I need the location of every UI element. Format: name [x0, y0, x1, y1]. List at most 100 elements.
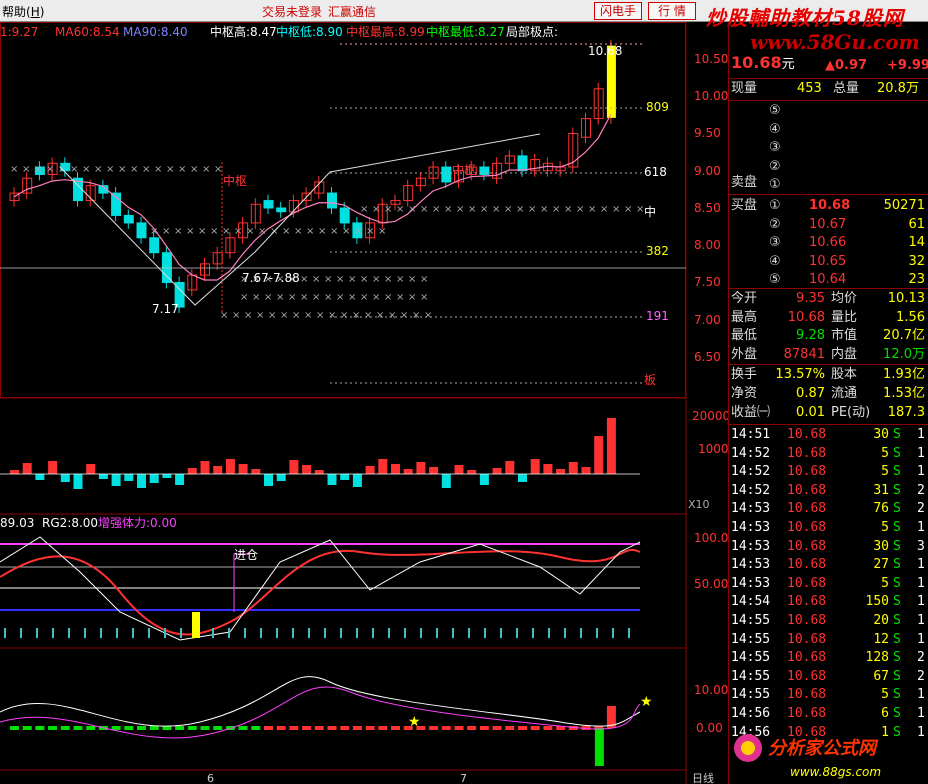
- x-marker: ×: [384, 274, 392, 285]
- volume-bar: [530, 459, 540, 474]
- svg-text:20000: 20000: [692, 409, 728, 423]
- macd-bar: [86, 726, 96, 730]
- x-marker: ×: [70, 164, 78, 175]
- x-marker: ×: [34, 164, 42, 175]
- rg-stick: [308, 628, 310, 638]
- rg-stick: [52, 628, 54, 638]
- volume-bar: [492, 468, 502, 474]
- x-marker: ×: [10, 164, 18, 175]
- macd-bar: [467, 726, 477, 730]
- volume-bar: [594, 436, 604, 474]
- buy-level-num: ①: [769, 198, 781, 213]
- tick-price: 10.68: [787, 501, 827, 517]
- tick-time: 14:53: [731, 557, 771, 573]
- stat-value: 10.68: [787, 309, 825, 325]
- x-marker: ×: [222, 226, 230, 237]
- volume-bar: [238, 464, 248, 474]
- candle-body: [123, 214, 134, 224]
- volume-bar: [187, 468, 197, 474]
- broker-link[interactable]: 汇赢通信: [328, 3, 376, 20]
- kline-chart-area[interactable]: × × × × × × × × × × × × × × × × × × × × × × × × × × × × × × × × × × × × × × × ×…: [0, 22, 728, 784]
- pane-borders: [0, 22, 687, 784]
- rg-stick: [372, 628, 374, 638]
- tick-time: 14:52: [731, 464, 771, 480]
- volume-bar: [200, 461, 210, 474]
- volume-unit: X10: [688, 498, 710, 511]
- x-marker: ×: [348, 292, 356, 303]
- fib-618: 618: [644, 165, 667, 179]
- zhongshu-low-label: 中枢低:8.90: [276, 24, 343, 39]
- x-marker: ×: [528, 204, 536, 215]
- macd-bar: [518, 726, 527, 730]
- tick-time: 14:55: [731, 650, 771, 666]
- quote-panel: 10.68元 ▲0.97 +9.99 现量 453 总量 20.8万 卖盘 买盘…: [728, 22, 928, 784]
- sell-level-4: ④: [769, 121, 781, 137]
- macd-bar: [479, 726, 489, 730]
- rg-stick: [596, 628, 598, 638]
- tick-side: S: [893, 594, 901, 610]
- tick-price: 10.68: [787, 687, 827, 703]
- x-marker: ×: [46, 164, 54, 175]
- macd-dif: [0, 676, 641, 727]
- x-marker: ×: [378, 226, 386, 237]
- quote-button[interactable]: 行 情: [648, 2, 696, 20]
- rg-stick: [212, 628, 214, 638]
- svg-text:10.00: 10.00: [694, 89, 728, 103]
- zhongshu-highest-label: 中枢最高:8.99: [346, 24, 425, 39]
- tick-count: 2: [917, 668, 925, 684]
- flash-trade-button[interactable]: 闪电手: [594, 2, 642, 20]
- x-marker: ×: [408, 204, 416, 215]
- x-marker: ×: [154, 164, 162, 175]
- tick-volume: 67: [873, 668, 889, 684]
- rg-stick: [84, 628, 86, 638]
- x-marker: ×: [276, 292, 284, 303]
- sell-label: 卖盘: [731, 175, 758, 190]
- tick-volume: 6: [881, 706, 889, 721]
- tick-volume: 31: [873, 482, 889, 498]
- svg-text:10.00: 10.00: [694, 683, 728, 697]
- high-price-label: 10.68: [588, 44, 622, 58]
- help-menu[interactable]: 帮助(H): [2, 3, 44, 20]
- stat-value: 12.0万: [883, 346, 925, 362]
- tick-side: S: [893, 482, 901, 498]
- candle-body: [327, 192, 337, 209]
- rg-stick: [484, 628, 486, 638]
- rg-stick: [4, 628, 6, 638]
- macd-bar: [251, 726, 261, 730]
- buy-volume: 14: [908, 235, 925, 250]
- tick-price: 10.68: [787, 538, 827, 554]
- x-marker: ×: [202, 164, 210, 175]
- tick-volume: 128: [865, 650, 889, 666]
- buy-volume: 50271: [883, 198, 925, 213]
- x-marker: ×: [244, 310, 252, 321]
- svg-text:7.50: 7.50: [694, 275, 721, 289]
- macd-bar: [594, 728, 604, 766]
- ban-tag: 板: [644, 373, 656, 387]
- sell-level-2: ②: [769, 158, 781, 174]
- period-label[interactable]: 日线: [692, 771, 714, 784]
- macd-bar: [10, 726, 19, 730]
- sell-level-1: ①: [769, 177, 781, 192]
- volume-bar: [276, 474, 286, 481]
- rg-stick: [36, 628, 38, 638]
- stat-label: 净资: [731, 386, 758, 401]
- tick-time: 14:55: [731, 687, 771, 703]
- x-marker: ×: [252, 292, 260, 303]
- macd-bar: [124, 726, 134, 730]
- rg-stick: [564, 628, 566, 638]
- trade-status[interactable]: 交易未登录: [262, 3, 322, 20]
- x-marker: ×: [210, 226, 218, 237]
- x-marker: ×: [348, 274, 356, 285]
- macd-bar: [137, 726, 146, 730]
- volume-bar: [149, 474, 159, 483]
- macd-bar: [35, 726, 45, 730]
- x-marker: ×: [564, 204, 572, 215]
- rg-stick: [20, 628, 22, 638]
- volume-bar: [606, 418, 616, 474]
- tick-volume: 12: [873, 631, 889, 647]
- rg-stick: [580, 628, 582, 638]
- volume-bar: [403, 469, 413, 474]
- stat-value: 13.57%: [775, 367, 825, 382]
- volume-bar: [10, 470, 19, 474]
- tick-side: S: [893, 427, 901, 442]
